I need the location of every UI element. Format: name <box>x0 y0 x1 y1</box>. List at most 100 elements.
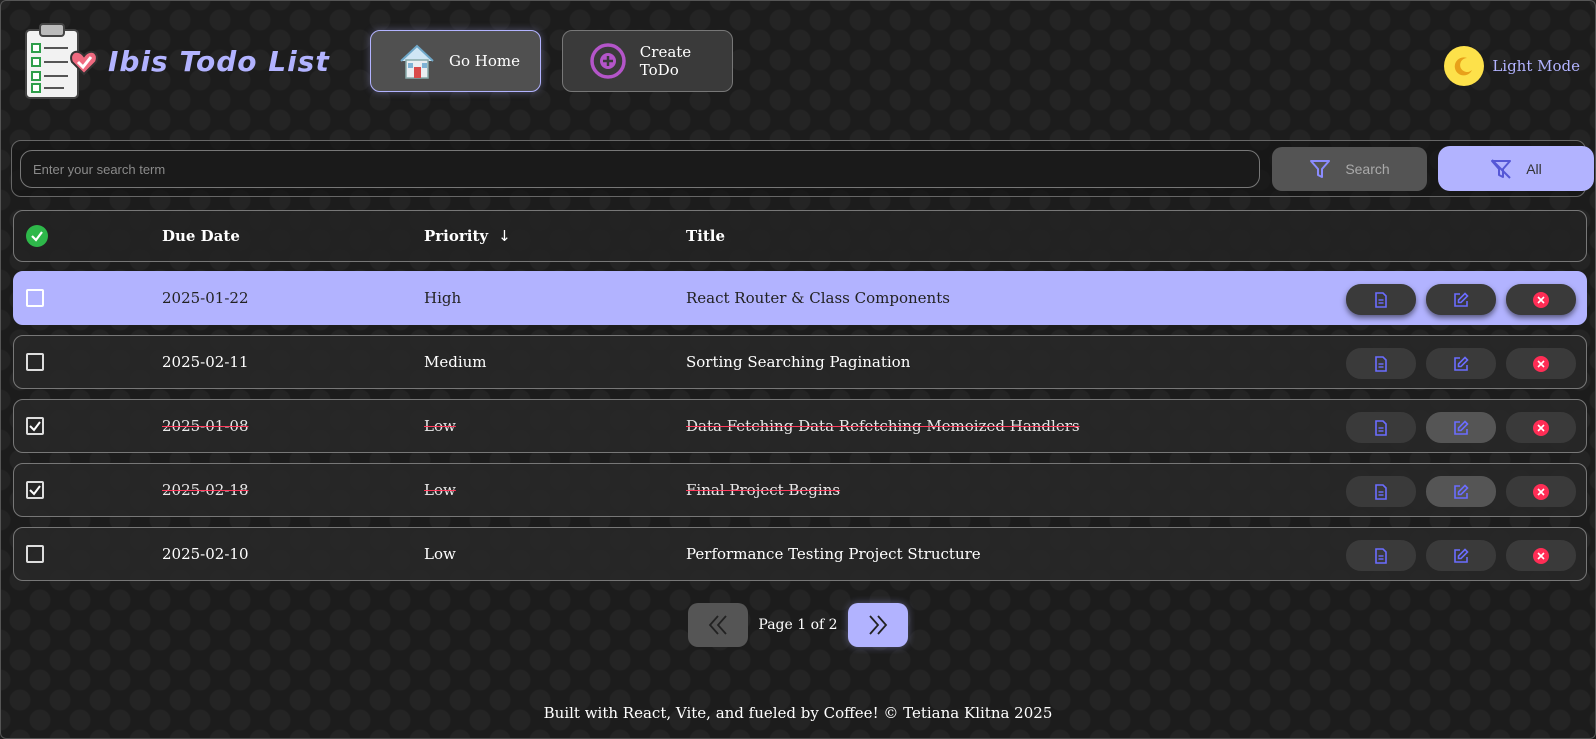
priority-cell: Low <box>424 417 456 435</box>
table-row[interactable]: 2025-02-10 Low Performance Testing Project… <box>13 527 1587 581</box>
double-chevron-left-icon <box>709 615 728 635</box>
light-mode-label: Light Mode <box>1492 57 1580 75</box>
page-indicator: Page 1 of 2 <box>758 617 838 633</box>
delete-x-icon <box>1533 355 1549 372</box>
delete-button[interactable] <box>1506 476 1576 507</box>
all-filter-button[interactable]: All <box>1438 146 1594 191</box>
title-cell: Sorting Searching Pagination <box>686 353 911 371</box>
row-checkbox[interactable] <box>26 481 44 499</box>
sort-desc-icon: ↓ <box>498 227 511 245</box>
document-icon <box>1375 355 1387 372</box>
table-row[interactable]: 2025-02-18 Low Final Project Begins <box>13 463 1587 517</box>
title-cell: React Router & Class Components <box>686 289 950 307</box>
row-checkbox-cell <box>26 272 56 324</box>
prev-page-button[interactable] <box>688 603 749 647</box>
row-actions <box>1346 348 1576 379</box>
go-home-label: Go Home <box>449 52 520 70</box>
delete-x-icon <box>1533 547 1549 564</box>
create-todo-button[interactable]: Create ToDo <box>562 30 733 92</box>
logo[interactable]: Ibis Todo List <box>20 20 330 102</box>
double-chevron-right-icon <box>868 615 887 635</box>
due-date-cell: 2025-02-18 <box>162 481 249 499</box>
header-priority[interactable]: Priority ↓ <box>424 211 511 261</box>
title-cell: Data Fetching Data Refetching Memoized H… <box>686 417 1080 435</box>
table-row[interactable]: 2025-01-08 Low Data Fetching Data Refetchi… <box>13 399 1587 453</box>
header-priority-label: Priority <box>424 227 489 245</box>
go-home-button[interactable]: Go Home <box>370 30 541 92</box>
plus-circle-icon <box>589 41 628 81</box>
edit-icon <box>1454 419 1469 435</box>
edit-button[interactable] <box>1426 348 1496 379</box>
table-row[interactable]: 2025-02-11 Medium Sorting Searching Pagina… <box>13 335 1587 389</box>
table-header: Due Date Priority ↓ Title <box>13 210 1587 262</box>
row-checkbox[interactable] <box>26 417 44 435</box>
due-date-cell: 2025-01-22 <box>162 289 249 307</box>
search-button-label: Search <box>1345 161 1390 177</box>
document-icon <box>1375 547 1387 564</box>
row-checkbox[interactable] <box>26 353 44 371</box>
house-icon <box>397 41 437 81</box>
priority-cell: Low <box>424 545 456 563</box>
header-due-date[interactable]: Due Date <box>162 211 240 261</box>
edit-button[interactable] <box>1426 476 1496 507</box>
all-filter-label: All <box>1526 160 1542 177</box>
search-input[interactable] <box>20 150 1260 188</box>
title-cell: Final Project Begins <box>686 481 841 499</box>
pagination: Page 1 of 2 <box>0 603 1596 647</box>
priority-cell: Medium <box>424 353 487 371</box>
search-panel: Search All <box>11 140 1594 197</box>
view-details-button[interactable] <box>1346 540 1416 571</box>
edit-button[interactable] <box>1426 284 1496 315</box>
edit-icon <box>1454 483 1469 499</box>
row-checkbox-cell <box>26 336 56 388</box>
view-details-button[interactable] <box>1346 412 1416 443</box>
due-date-cell: 2025-02-11 <box>162 353 249 371</box>
due-date-cell: 2025-01-08 <box>162 417 249 435</box>
edit-icon <box>1454 547 1469 563</box>
row-actions <box>1346 540 1576 571</box>
row-actions <box>1346 476 1576 507</box>
view-details-button[interactable] <box>1346 284 1416 315</box>
header-due-date-label: Due Date <box>162 227 240 245</box>
edit-button[interactable] <box>1426 412 1496 443</box>
clipboard-checklist-icon <box>25 23 98 99</box>
row-checkbox-cell <box>26 528 56 580</box>
row-checkbox[interactable] <box>26 545 44 563</box>
row-actions <box>1346 284 1576 315</box>
row-actions <box>1346 412 1576 443</box>
delete-x-icon <box>1533 483 1549 500</box>
document-icon <box>1375 419 1387 436</box>
moon-icon <box>1444 46 1485 86</box>
edit-icon <box>1454 355 1469 371</box>
view-details-button[interactable] <box>1346 476 1416 507</box>
row-checkbox[interactable] <box>26 289 44 307</box>
header: Ibis Todo List Go Home Create ToDo Light… <box>0 0 1596 130</box>
document-icon <box>1375 483 1387 500</box>
table-row[interactable]: 2025-01-22 High React Router & Class Compo… <box>13 271 1587 325</box>
app-title: Ibis Todo List <box>108 44 330 78</box>
due-date-cell: 2025-02-10 <box>162 545 249 563</box>
row-checkbox-cell <box>26 400 56 452</box>
document-icon <box>1375 291 1387 308</box>
title-cell: Performance Testing Project Structure <box>686 545 981 563</box>
search-button[interactable]: Search <box>1272 147 1427 191</box>
next-page-button[interactable] <box>847 603 908 647</box>
edit-icon <box>1454 291 1469 307</box>
filter-off-icon <box>1491 158 1512 179</box>
select-all-cell[interactable] <box>26 211 56 261</box>
footer-credit: Built with React, Vite, and fueled by Co… <box>543 704 1053 722</box>
delete-button[interactable] <box>1506 540 1576 571</box>
delete-button[interactable] <box>1506 284 1576 315</box>
check-circle-icon[interactable] <box>26 225 48 247</box>
filter-icon <box>1310 160 1331 178</box>
create-todo-label: Create ToDo <box>639 43 692 79</box>
light-mode-toggle[interactable]: Light Mode <box>1444 46 1580 86</box>
header-title-label: Title <box>686 227 726 245</box>
edit-button[interactable] <box>1426 540 1496 571</box>
priority-cell: Low <box>424 481 456 499</box>
header-title[interactable]: Title <box>686 211 725 261</box>
delete-button[interactable] <box>1506 348 1576 379</box>
view-details-button[interactable] <box>1346 348 1416 379</box>
delete-button[interactable] <box>1506 412 1576 443</box>
delete-x-icon <box>1533 419 1549 436</box>
